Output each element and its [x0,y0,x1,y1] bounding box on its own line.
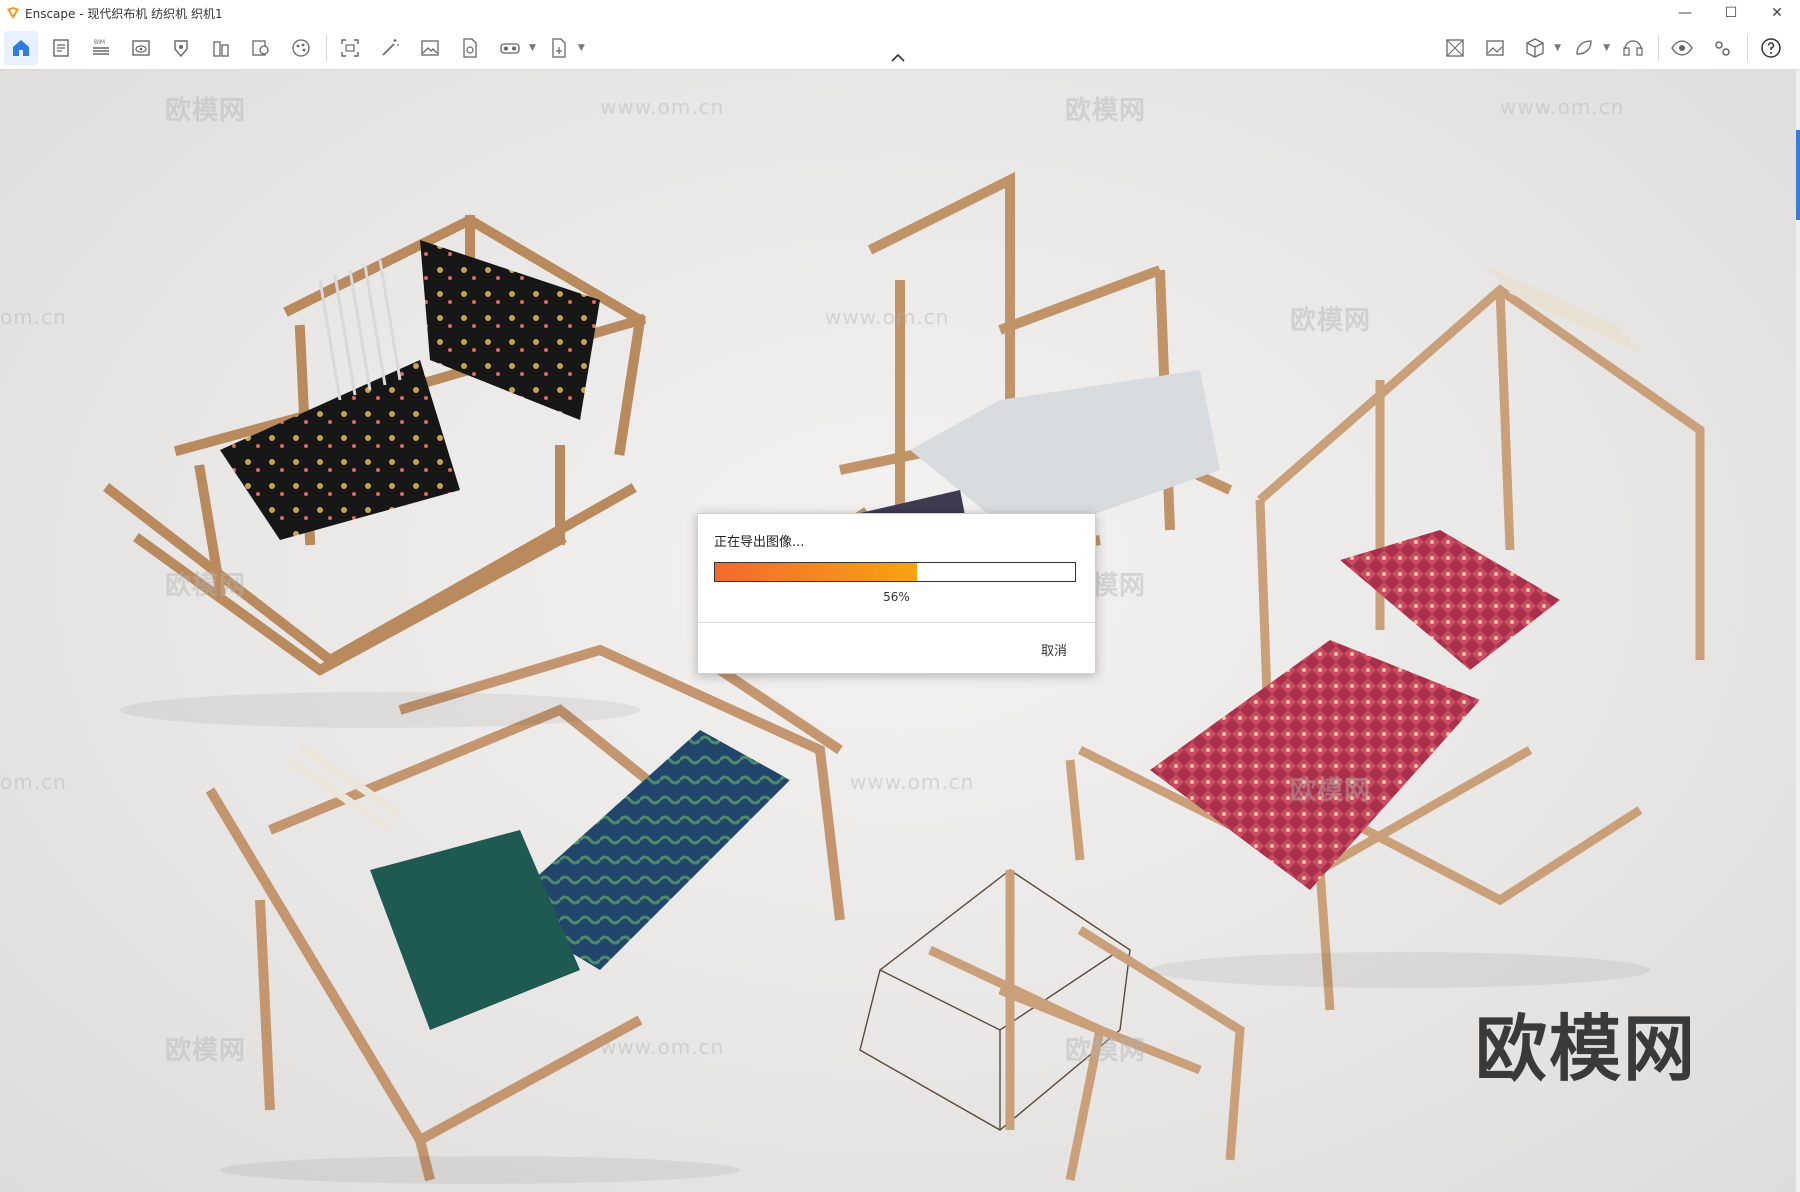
watermark-url: www.om.cn [1500,95,1625,119]
watermark-brand: 欧模网 [1065,1036,1147,1066]
help-icon [1761,38,1781,58]
cancel-button[interactable]: 取消 [1035,638,1073,661]
scroll-thumb[interactable] [1796,130,1800,220]
watermark-brand: 欧模网 [165,571,247,601]
progress-percent: 56% [883,590,910,604]
headset-icon [1623,40,1643,56]
document-button[interactable] [44,31,78,65]
screenshot-button[interactable] [1478,31,1512,65]
dialog-divider [698,622,1095,623]
progress-fill [715,563,917,581]
palette-button[interactable] [284,31,318,65]
plugin-button[interactable] [1567,31,1601,65]
minimize-button[interactable]: — [1662,0,1708,26]
window-controls: — ☐ ✕ [1662,0,1800,26]
home-icon [13,40,29,56]
screenshot-icon [1486,40,1504,56]
watermark-brand: 欧模网 [165,1036,247,1066]
watermark-url: www.om.cn [850,770,975,794]
view-icon [132,40,150,56]
vr-headset-button[interactable] [493,31,527,65]
map-button[interactable] [1438,31,1472,65]
view-button[interactable] [124,31,158,65]
asset-icon [174,40,188,58]
palette-icon [292,39,310,57]
svg-text:BIM: BIM [94,39,105,46]
material-button[interactable] [244,31,278,65]
watermark-url: www.om.cn [825,305,950,329]
eye-icon [1671,40,1693,56]
close-button[interactable]: ✕ [1754,0,1800,26]
watermark-url: www.om.cn [600,95,725,119]
dialog-title: 正在导出图像... [714,535,805,550]
capture-icon [341,39,359,57]
watermark-url: www.om.cn [600,1035,725,1059]
document-icon [53,39,69,57]
pdf-icon [463,38,477,58]
watermark-brand: 欧模网 [1065,96,1147,126]
export-icon [552,38,566,58]
window-title: Enscape - 现代织布机 纺织机 织机1 [25,6,223,21]
home-button[interactable] [4,31,38,65]
collapse-toolbar-chevron-icon[interactable] [889,52,907,64]
watermark-brand: 欧模网 [1290,306,1372,336]
help-button[interactable] [1754,31,1788,65]
corner-watermark-logo: 欧模网 [1475,1007,1698,1091]
image-icon [421,40,439,56]
toolbar-separator [1658,35,1659,61]
toolbar-separator [1747,35,1748,61]
bim-icon: BIM [93,39,109,55]
settings-icon [1715,41,1730,56]
export-progress-dialog: 正在导出图像... 56% 取消 [697,513,1096,674]
chevron-down-icon[interactable]: ▼ [1554,43,1561,53]
maximize-button[interactable]: ☐ [1708,0,1754,26]
settings-button[interactable] [1705,31,1739,65]
building-button[interactable] [204,31,238,65]
map-icon [1446,39,1464,57]
cube-button[interactable] [1518,31,1552,65]
visibility-button[interactable] [1665,31,1699,65]
capture-button[interactable] [333,31,367,65]
toolbar-left-group: BIM ▼ ▼ [4,30,591,66]
toolbar-separator [326,35,327,61]
watermark-url: om.cn [0,305,67,329]
vr-headset-icon [500,43,520,54]
right-edge-scrollbar[interactable] [1796,70,1800,1192]
headset-button[interactable] [1616,31,1650,65]
enscape-logo-icon [7,7,19,19]
cube-icon [1526,38,1544,58]
building-icon [213,41,229,57]
progress-bar [714,562,1076,582]
material-icon [252,40,269,56]
watermark-url: om.cn [0,770,67,794]
bim-button[interactable]: BIM [84,31,118,65]
watermark-brand: 欧模网 [1290,776,1372,806]
toolbar-right-group: ▼ ▼ [1438,30,1794,66]
chevron-down-icon[interactable]: ▼ [529,43,536,53]
asset-button[interactable] [164,31,198,65]
watermark-brand: 欧模网 [165,96,247,126]
chevron-down-icon[interactable]: ▼ [1603,43,1610,53]
title-bar: Enscape - 现代织布机 纺织机 织机1 — ☐ ✕ [0,0,1800,26]
image-button[interactable] [413,31,447,65]
chevron-down-icon[interactable]: ▼ [578,43,585,53]
pdf-button[interactable] [453,31,487,65]
magic-wand-button[interactable] [373,31,407,65]
plugin-icon [1576,40,1592,55]
export-button[interactable] [542,31,576,65]
magic-wand-icon [382,39,399,56]
